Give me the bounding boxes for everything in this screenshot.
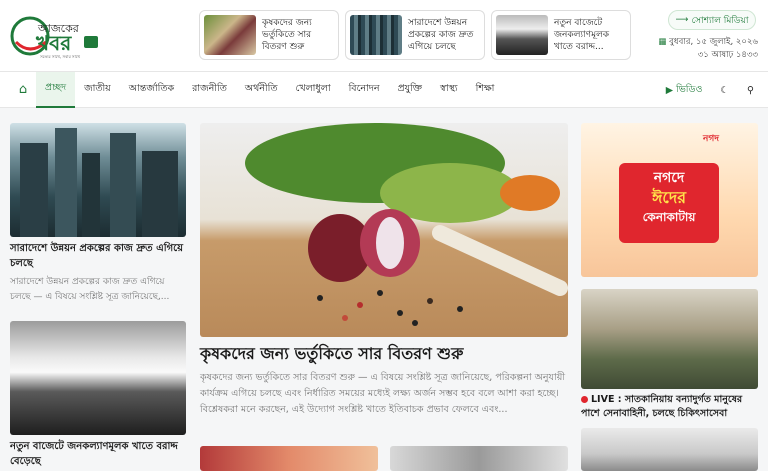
date-bangla: ৩১ আষাঢ় ১৪৩৩ bbox=[697, 50, 758, 60]
logo-text-main: খবর bbox=[35, 31, 72, 55]
news-title-right-1: LIVE : সাতকানিয়ায় বন্যাদুর্গত মানুষের … bbox=[581, 393, 758, 421]
news-image-right-2[interactable] bbox=[581, 428, 758, 471]
nav-item-education[interactable]: শিক্ষা bbox=[467, 72, 504, 108]
nav-item-entertainment[interactable]: বিনোদন bbox=[340, 72, 389, 108]
social-media-button[interactable]: ⟶ সোশ্যাল মিডিয়া bbox=[668, 10, 756, 30]
headline-thumb-2 bbox=[350, 15, 402, 55]
play-icon: ▶ bbox=[665, 84, 673, 96]
social-media-label: সোশ্যাল মিডিয়া bbox=[691, 15, 749, 26]
ad-line-3: কেনাকাটায় bbox=[642, 210, 696, 224]
live-dot-icon bbox=[581, 396, 588, 403]
ad-brand: নগদ bbox=[703, 134, 719, 144]
share-icon: ⟶ bbox=[675, 15, 689, 25]
headline-card-3[interactable]: নতুন বাজেটে জনকল্যাণমূলক খাতে বরাদ্দ... bbox=[491, 10, 631, 60]
dark-mode-icon[interactable]: ☾ bbox=[721, 85, 730, 96]
logo-tagline: সত্যের সাথে, সবার সাথে bbox=[39, 54, 80, 59]
headline-thumb-3 bbox=[496, 15, 548, 55]
news-title-left-1: সারাদেশে উন্নয়ন প্রকল্পের কাজ দ্রুত এগি… bbox=[10, 243, 184, 269]
headline-card-2[interactable]: সারাদেশে উন্নয়ন প্রকল্পের কাজ দ্রুত এগি… bbox=[345, 10, 485, 60]
headline-title-2: সারাদেশে উন্নয়ন প্রকল্পের কাজ দ্রুত এগি… bbox=[408, 18, 474, 52]
video-link[interactable]: ▶ ভিডিও bbox=[666, 83, 703, 98]
news-card-left-1[interactable]: সারাদেশে উন্নয়ন প্রকল্পের কাজ দ্রুত এগি… bbox=[10, 123, 186, 305]
home-icon[interactable]: ⌂ bbox=[10, 72, 36, 108]
news-desc-left-1: সারাদেশে উন্নয়ন প্রকল্পের কাজ দ্রুত এগি… bbox=[10, 277, 170, 302]
nav-item-home[interactable]: প্রচ্ছদ bbox=[36, 71, 76, 108]
lead-story-desc: কৃষকদের জন্য ভর্তুকিতে সার বিতরণ শুরু — … bbox=[200, 372, 566, 415]
nav-item-national[interactable]: জাতীয় bbox=[75, 72, 120, 108]
news-image-left-1 bbox=[10, 123, 186, 237]
news-image-mid-1[interactable] bbox=[200, 446, 378, 471]
ad-title-box: নগদে ঈদের কেনাকাটায় bbox=[619, 163, 719, 243]
news-image-left-2 bbox=[10, 321, 186, 435]
ad-line-1: নগদে bbox=[653, 170, 685, 186]
video-label: ভিডিও bbox=[676, 83, 703, 95]
nav-item-international[interactable]: আন্তর্জাতিক bbox=[120, 72, 183, 108]
news-title-left-2: নতুন বাজেটে জনকল্যাণমূলক খাতে বরাদ্দ বেড… bbox=[10, 441, 178, 467]
nav-item-health[interactable]: স্বাস্থ্য bbox=[431, 72, 467, 108]
ad-banner[interactable]: নগদ নগদে ঈদের কেনাকাটায় bbox=[581, 123, 758, 277]
lead-story[interactable]: কৃষকদের জন্য ভর্তুকিতে সার বিতরণ শুরু কৃ… bbox=[200, 123, 568, 418]
nav-item-politics[interactable]: রাজনীতি bbox=[183, 72, 236, 108]
site-logo[interactable]: আজকের খবর সত্যের সাথে, সবার সাথে bbox=[10, 12, 106, 60]
nav-item-technology[interactable]: প্রযুক্তি bbox=[389, 72, 432, 108]
nav-item-sports[interactable]: খেলাধুলা bbox=[287, 72, 340, 108]
lead-story-title: কৃষকদের জন্য ভর্তুকিতে সার বিতরণ শুরু bbox=[200, 344, 464, 363]
search-icon[interactable]: ⚲ bbox=[747, 85, 754, 96]
date-display: ▦ বুধবার, ১৫ জুলাই, ২০২৬ ৩১ আষাঢ় ১৪৩৩ bbox=[658, 36, 758, 62]
news-image-right-1 bbox=[581, 289, 758, 389]
date-gregorian: বুধবার, ১৫ জুলাই, ২০২৬ bbox=[669, 37, 758, 47]
nav-item-economy[interactable]: অর্থনীতি bbox=[236, 72, 287, 108]
news-image-mid-2[interactable] bbox=[390, 446, 568, 471]
news-card-right-1[interactable]: LIVE : সাতকানিয়ায় বন্যাদুর্গত মানুষের … bbox=[581, 289, 758, 421]
news-card-left-2[interactable]: নতুন বাজেটে জনকল্যাণমূলক খাতে বরাদ্দ বেড… bbox=[10, 321, 186, 469]
ad-line-2: ঈদের bbox=[651, 188, 687, 207]
main-content: সারাদেশে উন্নয়ন প্রকল্পের কাজ দ্রুত এগি… bbox=[0, 108, 768, 471]
lead-story-image bbox=[200, 123, 568, 337]
headline-card-1[interactable]: কৃষকদের জন্য ভর্তুকিতে সার বিতরণ শুরু bbox=[199, 10, 339, 60]
header: আজকের খবর সত্যের সাথে, সবার সাথে কৃষকদের… bbox=[0, 0, 768, 72]
headline-title-1: কৃষকদের জন্য ভর্তুকিতে সার বিতরণ শুরু bbox=[262, 18, 312, 52]
main-nav: ⌂ প্রচ্ছদ জাতীয় আন্তর্জাতিক রাজনীতি অর্… bbox=[0, 71, 768, 108]
live-label: LIVE : bbox=[591, 394, 622, 405]
calendar-icon: ▦ bbox=[658, 37, 667, 47]
headline-thumb-1 bbox=[204, 15, 256, 55]
headline-title-3: নতুন বাজেটে জনকল্যাণমূলক খাতে বরাদ্দ... bbox=[554, 18, 610, 52]
